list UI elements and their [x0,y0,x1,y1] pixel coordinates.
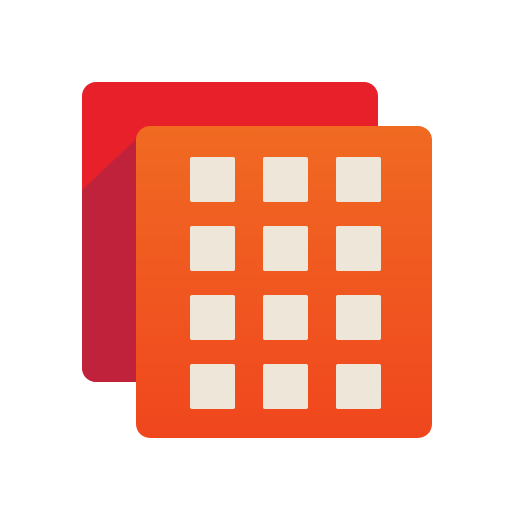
grid-tile [263,364,308,409]
grid-tile [336,226,381,271]
grid-tile [190,295,235,340]
grid-tile [263,295,308,340]
grid-tile [336,364,381,409]
grid-stack-app-icon [82,82,432,438]
app-icon-canvas [0,0,512,512]
grid-tile [190,226,235,271]
grid-tile [263,226,308,271]
grid-tile [336,295,381,340]
grid-tile [263,157,308,202]
grid-tile [190,364,235,409]
grid-tile [336,157,381,202]
grid-tile [190,157,235,202]
